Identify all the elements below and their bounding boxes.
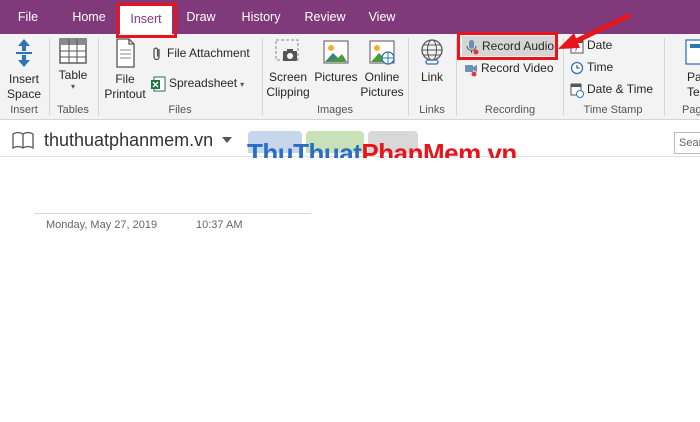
group-label-pages: Pag: [682, 104, 700, 116]
spreadsheet-dropdown-icon: ▾: [240, 80, 245, 89]
group-divider: [664, 38, 665, 116]
link-globe-icon: [421, 39, 443, 65]
group-label-insert: Insert: [10, 104, 38, 116]
clock-icon: [570, 61, 584, 74]
table-button[interactable]: Table ▾: [53, 36, 93, 102]
record-audio-label: Record Audio: [482, 39, 555, 53]
insert-space-button[interactable]: Insert Space: [2, 36, 46, 102]
onenote-window: File Home Insert Draw History Review Vie…: [0, 0, 700, 422]
page-title-line: [34, 213, 311, 214]
date-time-label: Date & Time: [587, 82, 654, 96]
screen-clipping-label: Screen Clipping: [266, 70, 310, 99]
group-label-tables: Tables: [57, 104, 89, 116]
record-audio-button[interactable]: Record Audio: [462, 36, 558, 56]
online-pictures-button[interactable]: Online Pictures: [360, 36, 404, 102]
table-icon: [59, 38, 87, 64]
tab-insert[interactable]: Insert: [120, 4, 172, 34]
link-button[interactable]: Link: [412, 36, 452, 102]
search-input[interactable]: Sear: [674, 132, 700, 154]
notebook-book-icon: [12, 131, 34, 149]
video-camera-icon: [465, 64, 477, 77]
group-divider: [262, 38, 263, 116]
online-pictures-label: Online Pictures: [360, 70, 404, 99]
spreadsheet-label: Spreadsheet: [169, 76, 238, 90]
file-attachment-label: File Attachment: [167, 46, 250, 60]
screen-clipping-icon: [275, 39, 299, 61]
insert-space-icon: [16, 39, 32, 67]
spreadsheet-button[interactable]: Spreadsheet ▾: [150, 73, 244, 93]
group-divider: [408, 38, 409, 116]
page-canvas[interactable]: Monday, May 27, 2019 10:37 AM: [0, 158, 700, 422]
file-printout-icon: [116, 38, 135, 68]
page-templates-label: Pa Temp: [687, 70, 700, 99]
screen-clipping-button[interactable]: Screen Clipping: [264, 36, 312, 102]
tab-file[interactable]: File: [6, 0, 50, 34]
time-label: Time: [587, 60, 614, 74]
group-label-links: Links: [419, 104, 445, 116]
page-templates-button[interactable]: Pa Temp: [670, 36, 700, 102]
group-divider: [456, 38, 457, 116]
group-label-recording: Recording: [484, 104, 536, 116]
table-dropdown-icon: ▾: [70, 82, 75, 91]
table-label: Table: [58, 68, 88, 82]
group-divider: [49, 38, 50, 116]
file-printout-button[interactable]: File Printout: [102, 36, 148, 102]
link-label: Link: [420, 70, 443, 84]
tab-review[interactable]: Review: [300, 0, 350, 34]
red-arrow-icon: [558, 13, 631, 49]
insert-space-label: Insert Space: [6, 72, 42, 101]
pictures-button[interactable]: Pictures: [313, 36, 359, 102]
time-button[interactable]: Time: [570, 57, 613, 77]
record-video-button[interactable]: Record Video: [464, 58, 554, 78]
microphone-icon: [466, 39, 479, 55]
tab-home[interactable]: Home: [66, 0, 112, 34]
group-label-files: Files: [168, 104, 192, 116]
group-label-images: Images: [316, 104, 354, 116]
file-printout-label: File Printout: [104, 72, 146, 101]
pictures-label: Pictures: [314, 70, 358, 84]
date-time-button[interactable]: Date & Time: [570, 79, 653, 99]
tab-history[interactable]: History: [234, 0, 288, 34]
notebook-dropdown-icon[interactable]: [222, 137, 232, 143]
page-templates-icon: [685, 39, 700, 65]
page-date: Monday, May 27, 2019: [46, 219, 158, 231]
online-picture-icon: [369, 40, 395, 65]
file-attachment-button[interactable]: File Attachment: [150, 43, 250, 63]
group-divider: [98, 38, 99, 116]
picture-icon: [323, 40, 349, 64]
tab-view[interactable]: View: [362, 0, 402, 34]
group-label-timestamp: Time Stamp: [583, 104, 643, 116]
excel-icon: [151, 76, 166, 92]
notebook-name[interactable]: thuthuatphanmem.vn: [44, 130, 213, 151]
paperclip-icon: [153, 47, 160, 60]
record-video-label: Record Video: [481, 61, 554, 75]
calendar-clock-icon: [570, 83, 584, 98]
page-time: 10:37 AM: [196, 219, 243, 231]
tab-draw[interactable]: Draw: [180, 0, 222, 34]
